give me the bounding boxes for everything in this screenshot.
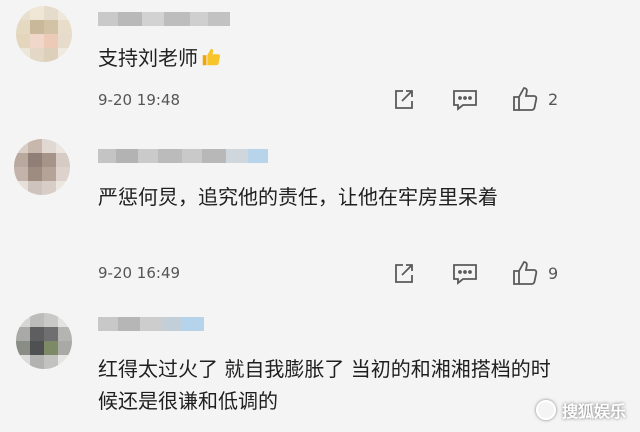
reply-icon (453, 264, 477, 285)
watermark-label: 搜狐娱乐 (561, 402, 626, 421)
username-blurred[interactable] (98, 149, 268, 163)
share-icon (395, 90, 413, 109)
like-count: 9 (548, 264, 559, 283)
comment-item: 支持刘老师 9-20 19:48 2 (0, 0, 640, 125)
thumbs-up-icon (513, 87, 538, 111)
sohu-entertainment-watermark: 搜狐娱乐 (535, 398, 626, 422)
comment-text-content: 支持刘老师 (98, 46, 198, 70)
thumbs-up-icon (513, 261, 538, 285)
avatar[interactable] (16, 6, 72, 62)
share-button[interactable] (392, 88, 416, 112)
share-icon (395, 264, 413, 283)
username-blurred[interactable] (98, 12, 230, 26)
avatar[interactable] (16, 313, 72, 369)
like-count: 2 (548, 90, 559, 109)
reply-icon (453, 90, 477, 111)
like-button[interactable] (512, 86, 540, 112)
comment-timestamp: 9-20 16:49 (98, 264, 181, 282)
comment-text: 严惩何炅，追究他的责任，让他在牢房里呆着 (98, 185, 498, 209)
sohu-logo-icon (535, 400, 556, 420)
comment-text: 支持刘老师 (98, 42, 598, 74)
thumbs-up-emoji-icon (202, 48, 221, 66)
comment-text: 红得太过火了 就自我膨胀了 当初的和湘湘搭档的时候还是很谦和低调的 (98, 357, 551, 413)
reply-button[interactable] (452, 262, 478, 286)
avatar[interactable] (14, 139, 70, 195)
like-button[interactable] (512, 260, 540, 286)
comment-timestamp: 9-20 19:48 (98, 91, 181, 109)
comment-item: 严惩何炅，追究他的责任，让他在牢房里呆着 9-20 16:49 9 (0, 135, 640, 300)
share-button[interactable] (392, 262, 416, 286)
reply-button[interactable] (452, 88, 478, 112)
username-blurred[interactable] (98, 317, 204, 331)
